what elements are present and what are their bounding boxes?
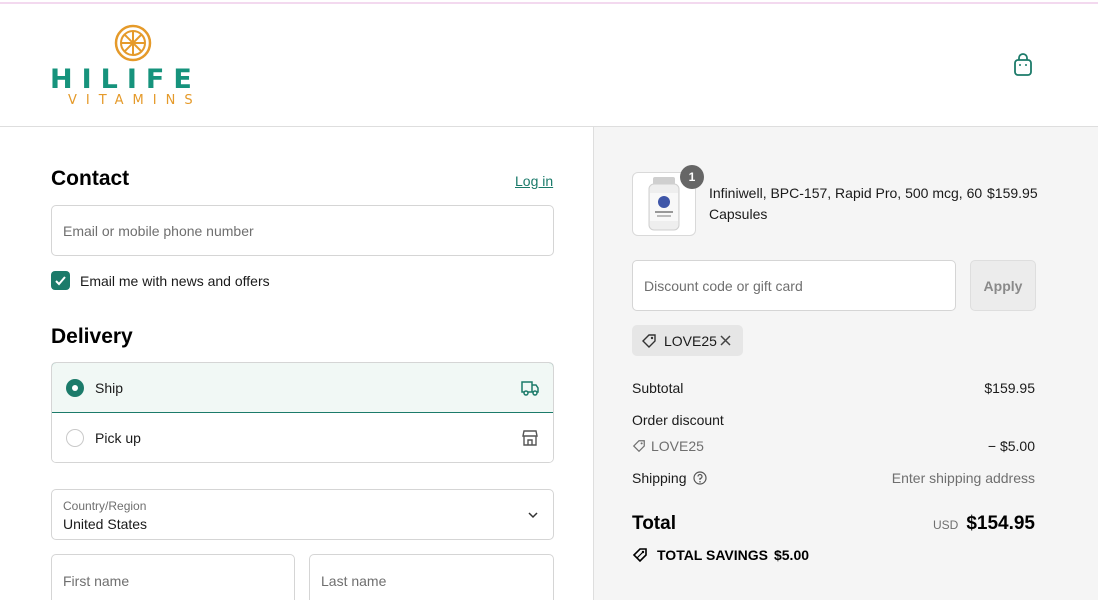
discount-placeholder: Discount code or gift card bbox=[644, 277, 803, 294]
order-summary: 1 Infiniwell, BPC-157, Rapid Pro, 500 mc… bbox=[593, 127, 1098, 600]
discount-value: − $5.00 bbox=[987, 438, 1035, 454]
savings-label: TOTAL SAVINGS bbox=[657, 547, 768, 563]
shipping-value: Enter shipping address bbox=[891, 470, 1035, 486]
first-name-field[interactable]: First name bbox=[51, 554, 295, 600]
brand-logo[interactable]: HILIFE VITAMINS bbox=[50, 24, 220, 110]
country-label: Country/Region bbox=[63, 499, 147, 513]
delivery-option-pickup[interactable]: Pick up bbox=[52, 413, 553, 462]
newsletter-label: Email me with news and offers bbox=[80, 273, 270, 289]
truck-icon bbox=[521, 381, 539, 396]
brand-name: HILIFE bbox=[50, 64, 201, 95]
last-name-placeholder: Last name bbox=[321, 572, 387, 589]
shipping-label: Shipping bbox=[632, 470, 687, 486]
total-savings: TOTAL SAVINGS $5.00 bbox=[632, 547, 815, 563]
total-currency: USD bbox=[932, 518, 959, 532]
delivery-heading: Delivery bbox=[51, 325, 133, 348]
applied-discount-code: LOVE25 bbox=[664, 332, 717, 349]
shopping-bag-icon[interactable] bbox=[1011, 52, 1035, 78]
tag-icon bbox=[642, 334, 656, 348]
email-placeholder: Email or mobile phone number bbox=[63, 222, 254, 239]
citrus-wheel-icon bbox=[114, 24, 152, 62]
delivery-option-ship[interactable]: Ship bbox=[52, 363, 553, 413]
checkout-form: Contact Log in Email or mobile phone num… bbox=[0, 127, 593, 600]
login-link[interactable]: Log in bbox=[515, 173, 553, 189]
subtotal-value: $159.95 bbox=[984, 380, 1035, 396]
ship-label: Ship bbox=[95, 380, 124, 396]
order-discount-label: Order discount bbox=[632, 412, 724, 428]
savings-tag-icon bbox=[632, 548, 647, 563]
quantity-badge: 1 bbox=[680, 165, 704, 189]
delivery-method-group: Ship Pick up bbox=[51, 362, 554, 463]
chevron-down-icon bbox=[528, 512, 538, 519]
header: HILIFE VITAMINS bbox=[0, 4, 1098, 127]
country-value: United States bbox=[63, 516, 148, 532]
discount-code-label: LOVE25 bbox=[651, 438, 704, 454]
newsletter-checkbox[interactable] bbox=[51, 271, 70, 290]
total-value: $154.95 bbox=[966, 513, 1035, 534]
applied-discount-tag: LOVE25 bbox=[632, 325, 743, 356]
discount-code-field[interactable]: Discount code or gift card bbox=[632, 260, 956, 311]
country-select[interactable]: Country/Region United States bbox=[51, 489, 554, 540]
last-name-field[interactable]: Last name bbox=[309, 554, 554, 600]
tag-icon bbox=[632, 440, 645, 453]
remove-discount-icon[interactable] bbox=[719, 334, 732, 347]
subtotal-label: Subtotal bbox=[632, 380, 684, 396]
first-name-placeholder: First name bbox=[63, 572, 130, 589]
pickup-label: Pick up bbox=[95, 430, 141, 446]
contact-heading: Contact bbox=[51, 167, 130, 190]
total-value-group: USD $154.95 bbox=[933, 513, 1035, 535]
store-icon bbox=[522, 430, 538, 446]
checkmark-icon bbox=[55, 276, 66, 286]
discount-code-row: LOVE25 bbox=[632, 438, 704, 454]
email-field[interactable]: Email or mobile phone number bbox=[51, 205, 554, 256]
apply-discount-button[interactable]: Apply bbox=[970, 260, 1036, 311]
product-name: Infiniwell, BPC-157, Rapid Pro, 500 mcg,… bbox=[709, 185, 983, 222]
brand-subtitle: VITAMINS bbox=[68, 93, 202, 108]
help-circle-icon[interactable] bbox=[692, 471, 707, 485]
product-price: $159.95 bbox=[987, 185, 1038, 201]
ship-radio[interactable] bbox=[66, 379, 84, 397]
shipping-row: Shipping bbox=[632, 470, 707, 486]
total-label: Total bbox=[632, 513, 676, 534]
pickup-radio[interactable] bbox=[66, 429, 84, 447]
savings-value: $5.00 bbox=[773, 547, 810, 563]
